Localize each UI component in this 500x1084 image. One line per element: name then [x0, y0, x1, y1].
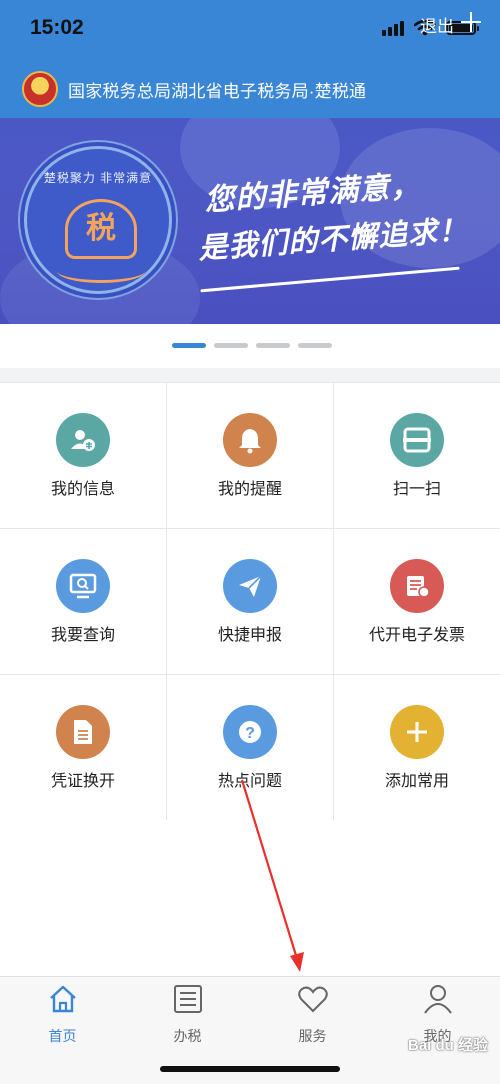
nav-item-home[interactable]: 首页 — [0, 983, 125, 1046]
status-time: 15:02 — [30, 16, 84, 39]
scan-icon — [390, 413, 444, 467]
grid-item-query[interactable]: 我要查询 — [0, 529, 166, 674]
person-icon — [423, 985, 452, 1014]
banner-seal: 楚税聚力 非常满意 税 — [24, 146, 172, 294]
carousel-dot[interactable] — [298, 343, 332, 348]
list-icon — [173, 985, 202, 1013]
heart-icon — [297, 986, 328, 1013]
nav-label: 办税 — [173, 1028, 202, 1044]
grid-item-add-favorite[interactable]: 添加常用 — [334, 675, 500, 820]
svg-text:?: ? — [245, 725, 255, 742]
content-empty-area — [0, 820, 500, 976]
logout-button[interactable]: 退出 — [420, 12, 454, 37]
grid-item-voucher-exchange[interactable]: 凭证换开 — [0, 675, 166, 820]
signal-icon — [382, 20, 404, 36]
slogan-underline — [200, 266, 460, 293]
tax-emblem-logo — [22, 71, 58, 107]
question-icon: ? — [223, 705, 277, 759]
grid-item-hot-questions[interactable]: ? 热点问题 — [167, 675, 333, 820]
nav-item-tax[interactable]: 办税 — [125, 983, 250, 1046]
carousel-indicator — [0, 324, 500, 368]
home-indicator — [160, 1066, 340, 1072]
nav-label: 首页 — [48, 1028, 77, 1044]
grid-item-label: 我的提醒 — [217, 481, 282, 498]
send-icon — [223, 559, 277, 613]
carousel-dot[interactable] — [256, 343, 290, 348]
grid-item-label: 我的信息 — [50, 481, 115, 498]
seal-char: 税 — [65, 199, 137, 259]
promo-banner[interactable]: 楚税聚力 非常满意 税 您的非常满意， 是我们的不懈追求！ — [0, 118, 500, 324]
add-icon[interactable] — [460, 11, 482, 33]
grid-item-label: 代开电子发票 — [368, 627, 465, 644]
invoice-icon — [390, 559, 444, 613]
seal-text: 楚税聚力 非常满意 — [43, 171, 153, 185]
grid-item-label: 我要查询 — [50, 627, 115, 644]
grid-item-label: 快捷申报 — [217, 627, 282, 644]
function-grid: 我的信息 我的提醒 扫一扫 我要查询 快捷申报 代开电子发票 凭证换开 ? 热点… — [0, 382, 500, 820]
query-icon — [56, 559, 110, 613]
grid-item-scan[interactable]: 扫一扫 — [334, 383, 500, 528]
grid-item-my-info[interactable]: 我的信息 — [0, 383, 166, 528]
baidu-watermark: Bai du 经验 — [407, 1037, 488, 1054]
grid-item-e-invoice[interactable]: 代开电子发票 — [334, 529, 500, 674]
user-info-icon — [56, 413, 110, 467]
bell-icon — [223, 413, 277, 467]
grid-item-label: 扫一扫 — [392, 481, 441, 498]
title-bar: 国家税务总局湖北省电子税务局·楚税通 — [0, 66, 500, 112]
carousel-dot[interactable] — [214, 343, 248, 348]
carousel-dot[interactable] — [172, 343, 206, 348]
document-icon — [56, 705, 110, 759]
grid-item-label: 热点问题 — [217, 773, 282, 790]
grid-item-quick-declare[interactable]: 快捷申报 — [167, 529, 333, 674]
nav-label: 服务 — [298, 1028, 327, 1044]
plus-icon — [390, 705, 444, 759]
grid-item-label: 凭证换开 — [50, 773, 115, 790]
page-title: 国家税务总局湖北省电子税务局·楚税通 — [68, 81, 367, 101]
home-icon — [49, 985, 76, 1013]
nav-item-service[interactable]: 服务 — [250, 983, 375, 1046]
grid-item-label: 添加常用 — [384, 773, 449, 790]
app-header: 15:02 国家税务总局湖北省电子税务局·楚税通 退出 — [0, 0, 500, 118]
grid-item-my-reminder[interactable]: 我的提醒 — [167, 383, 333, 528]
